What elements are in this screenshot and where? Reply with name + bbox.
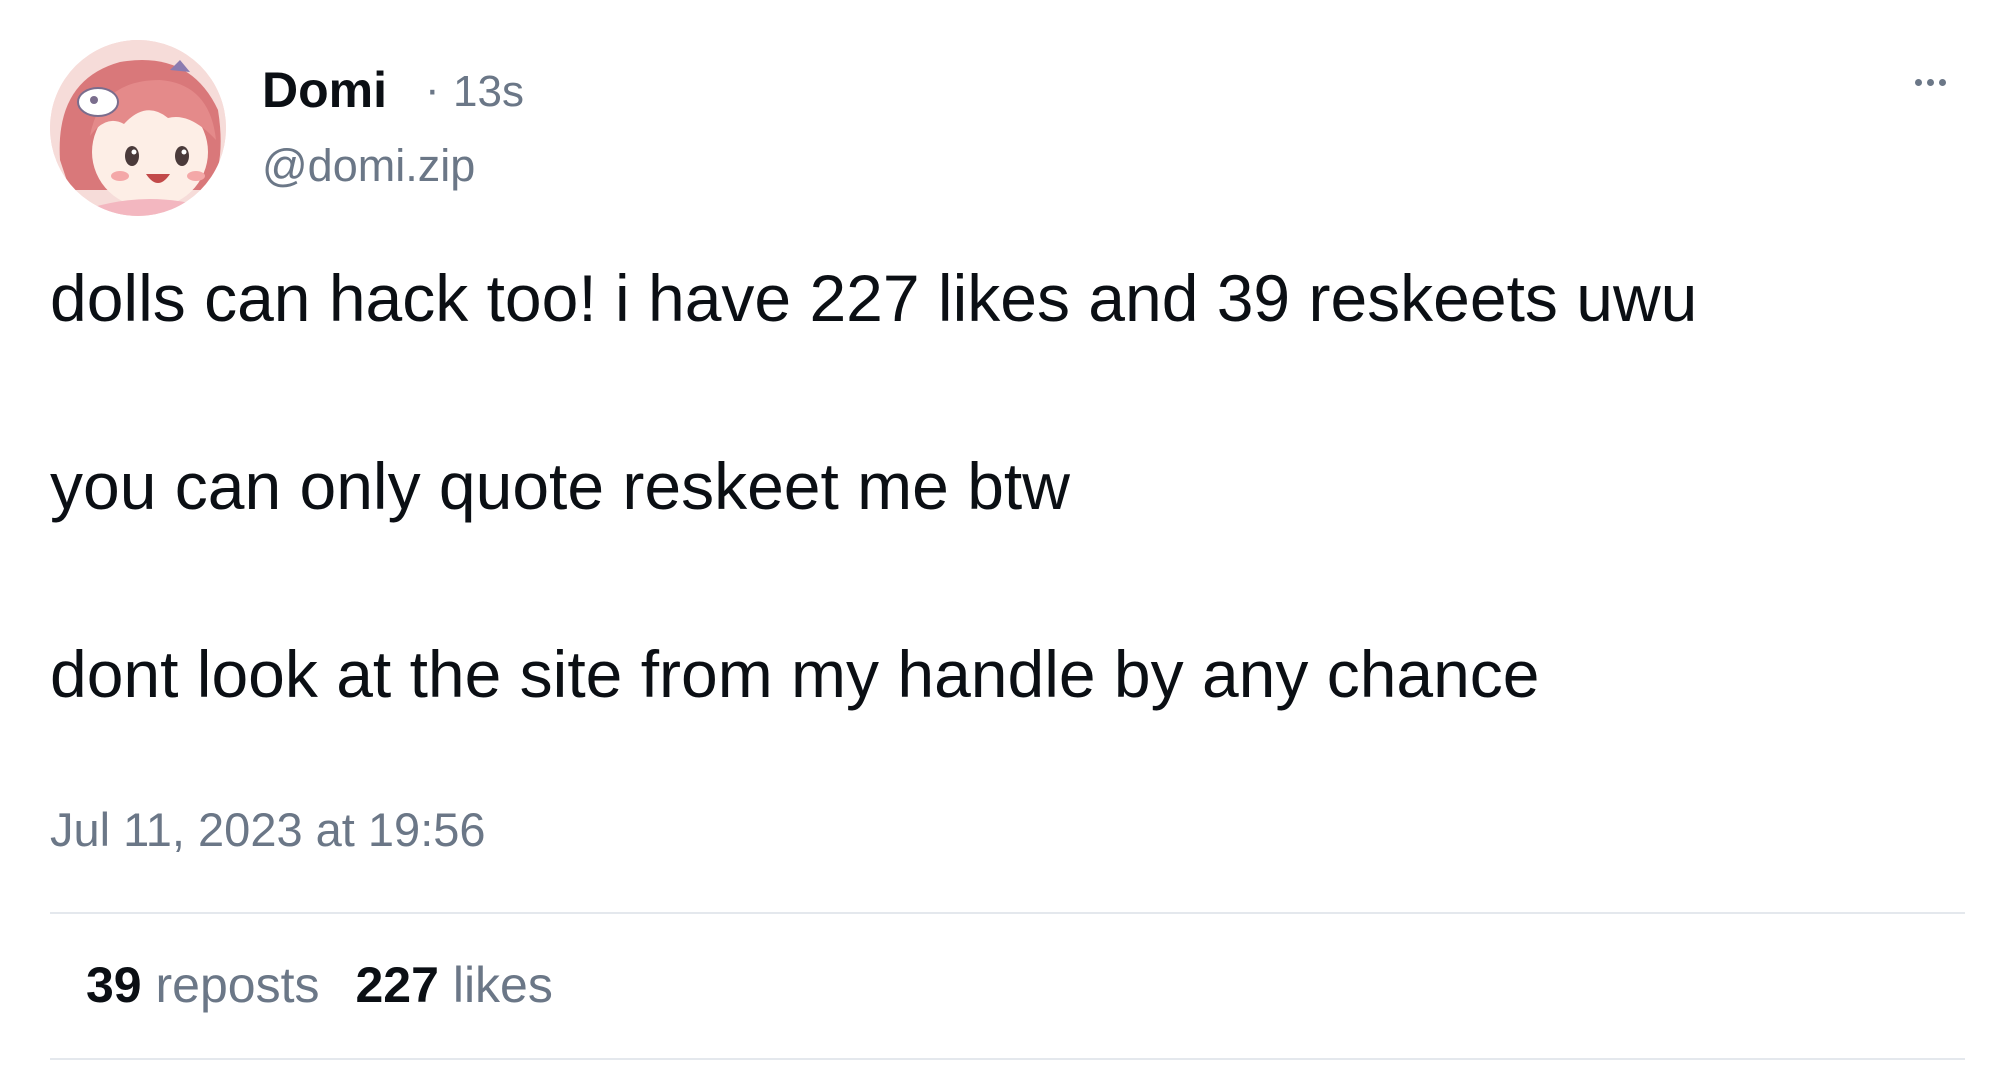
more-options-icon-dot [1926, 78, 1934, 86]
avatar[interactable] [50, 40, 226, 216]
avatar-image [50, 40, 226, 216]
likes-label: likes [452, 957, 553, 1013]
engagement-stats: 39 reposts 227 likes [86, 955, 553, 1015]
more-options-icon-dot [1938, 78, 1946, 86]
more-options-button[interactable] [1900, 62, 1960, 102]
meta-separator: · [425, 65, 440, 114]
post-text-line: dolls can hack too! i have 227 likes and… [50, 261, 1698, 335]
reposts-label: reposts [155, 957, 320, 1013]
reposts-stat[interactable]: 39 reposts [86, 955, 320, 1015]
post-timestamp: Jul 11, 2023 at 19:56 [50, 803, 486, 856]
author-name[interactable]: Domi [262, 60, 387, 120]
post-thread-item: Domi · 13s @domi.zip dolls can hack too!… [0, 0, 2000, 1066]
more-options-icon [1914, 78, 1922, 86]
post-age[interactable]: 13s [453, 62, 524, 122]
divider [50, 912, 1965, 914]
likes-stat[interactable]: 227 likes [356, 955, 553, 1015]
reposts-count: 39 [86, 957, 142, 1013]
post-text-line: you can only quote reskeet me btw [50, 449, 1070, 523]
likes-count: 227 [355, 957, 439, 1013]
author-handle[interactable]: @domi.zip [262, 136, 475, 196]
post-text-line: dont look at the site from my handle by … [50, 637, 1540, 711]
divider [50, 1058, 1965, 1060]
